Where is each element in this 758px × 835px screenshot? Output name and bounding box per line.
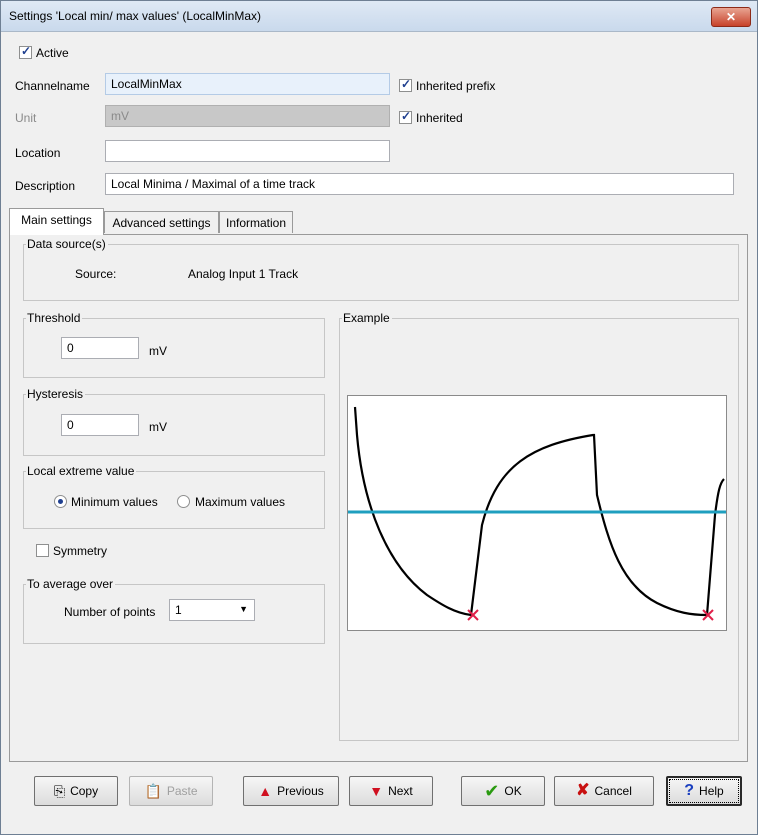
source-label: Source:: [75, 267, 117, 281]
hysteresis-legend: Hysteresis: [27, 387, 84, 401]
previous-label: Previous: [277, 784, 324, 798]
settings-dialog: Settings 'Local min/ max values' (LocalM…: [0, 0, 758, 835]
paste-icon: 📋: [144, 783, 162, 799]
minimum-values-label: Minimum values: [71, 495, 158, 509]
copy-label: Copy: [70, 784, 99, 798]
unit-label: Unit: [15, 111, 37, 125]
cancel-button[interactable]: ✘ Cancel: [554, 776, 654, 806]
location-label: Location: [15, 146, 61, 160]
paste-button[interactable]: 📋 Paste: [129, 776, 213, 806]
tab-advanced-settings[interactable]: Advanced settings: [104, 211, 219, 233]
ok-label: OK: [504, 784, 522, 798]
number-of-points-select[interactable]: 1 ▼: [169, 599, 255, 621]
tab-information[interactable]: Information: [219, 211, 293, 233]
local-extreme-legend: Local extreme value: [27, 464, 135, 478]
title-bar[interactable]: Settings 'Local min/ max values' (LocalM…: [1, 1, 757, 32]
help-label: Help: [699, 784, 724, 798]
arrow-down-icon: ▼: [369, 783, 384, 799]
active-checkbox[interactable]: [19, 44, 32, 59]
question-mark-icon: ?: [684, 782, 695, 799]
hysteresis-unit: mV: [149, 420, 167, 434]
symmetry-label: Symmetry: [53, 544, 107, 558]
location-field[interactable]: [105, 140, 390, 162]
cancel-label: Cancel: [594, 784, 632, 798]
threshold-unit: mV: [149, 344, 167, 358]
paste-label: Paste: [166, 784, 198, 798]
ok-button[interactable]: ✔ OK: [461, 776, 545, 806]
help-button[interactable]: ? Help: [666, 776, 742, 806]
checkmark-icon: ✔: [484, 781, 500, 801]
minimum-values-radio[interactable]: [54, 495, 67, 508]
source-value: Analog Input 1 Track: [188, 267, 299, 281]
chevron-down-icon: ▼: [239, 604, 248, 614]
channelname-label: Channelname: [15, 79, 90, 93]
active-label: Active: [36, 46, 69, 60]
description-field[interactable]: Local Minima / Maximal of a time track: [105, 173, 734, 195]
previous-button[interactable]: ▲ Previous: [243, 776, 339, 806]
maximum-values-radio[interactable]: [177, 495, 190, 508]
inherited-label: Inherited: [416, 111, 463, 125]
example-graph: [347, 395, 727, 631]
threshold-input[interactable]: 0: [61, 337, 139, 359]
tab-main-settings[interactable]: Main settings: [9, 208, 104, 235]
data-source-group: Data source(s): [23, 237, 739, 301]
description-label: Description: [15, 179, 76, 193]
number-of-points-value: 1: [175, 603, 182, 617]
inherited-checkbox[interactable]: [399, 109, 412, 124]
window-title: Settings 'Local min/ max values' (LocalM…: [9, 9, 262, 23]
close-icon: ✘: [576, 782, 590, 799]
next-label: Next: [388, 784, 413, 798]
number-of-points-label: Number of points: [64, 605, 156, 619]
data-source-legend: Data source(s): [27, 237, 106, 251]
inherited-prefix-label: Inherited prefix: [416, 79, 496, 93]
threshold-legend: Threshold: [27, 311, 81, 325]
arrow-up-icon: ▲: [258, 783, 273, 799]
example-legend: Example: [343, 311, 390, 325]
close-button[interactable]: ✕: [711, 7, 751, 27]
channelname-field[interactable]: LocalMinMax: [105, 73, 390, 95]
symmetry-checkbox[interactable]: [36, 544, 49, 557]
next-button[interactable]: ▼ Next: [349, 776, 433, 806]
inherited-prefix-checkbox[interactable]: [399, 77, 412, 92]
hysteresis-input[interactable]: 0: [61, 414, 139, 436]
copy-button[interactable]: ⎘ Copy: [34, 776, 118, 806]
maximum-values-label: Maximum values: [195, 495, 286, 509]
copy-icon: ⎘: [53, 783, 66, 799]
average-legend: To average over: [27, 577, 114, 591]
unit-field: mV: [105, 105, 390, 127]
